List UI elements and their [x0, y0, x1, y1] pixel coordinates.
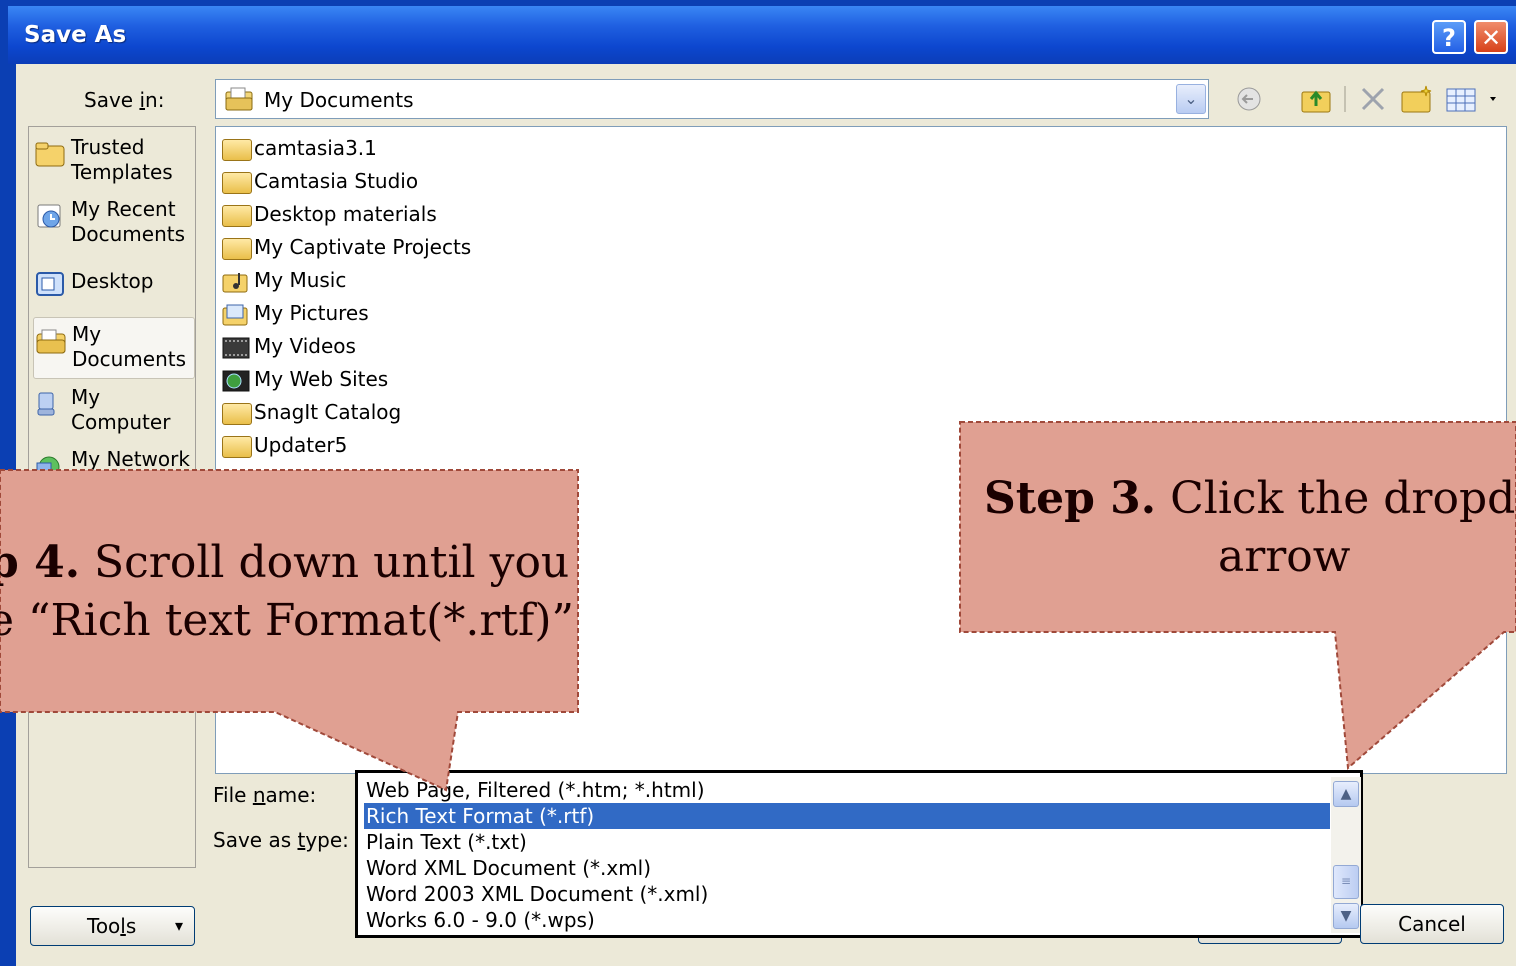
step3-line1: Click the dropdo	[1156, 473, 1516, 524]
step4-callout-text: p 4. Scroll down until you e “Rich text …	[0, 534, 578, 650]
save-as-window: Save As ? ✕ Save in: My Documents ⌄ Trus…	[0, 0, 1516, 966]
step4-line2: e “Rich text Format(*.rtf)”	[0, 595, 574, 646]
step4-line1: Scroll down until you	[80, 537, 570, 588]
step3-line2: arrow	[1218, 531, 1351, 582]
step3-callout-text: Step 3. Click the dropdo arrow	[984, 470, 1516, 586]
step4-label: p 4.	[0, 537, 81, 588]
step3-label: Step 3.	[984, 473, 1157, 524]
